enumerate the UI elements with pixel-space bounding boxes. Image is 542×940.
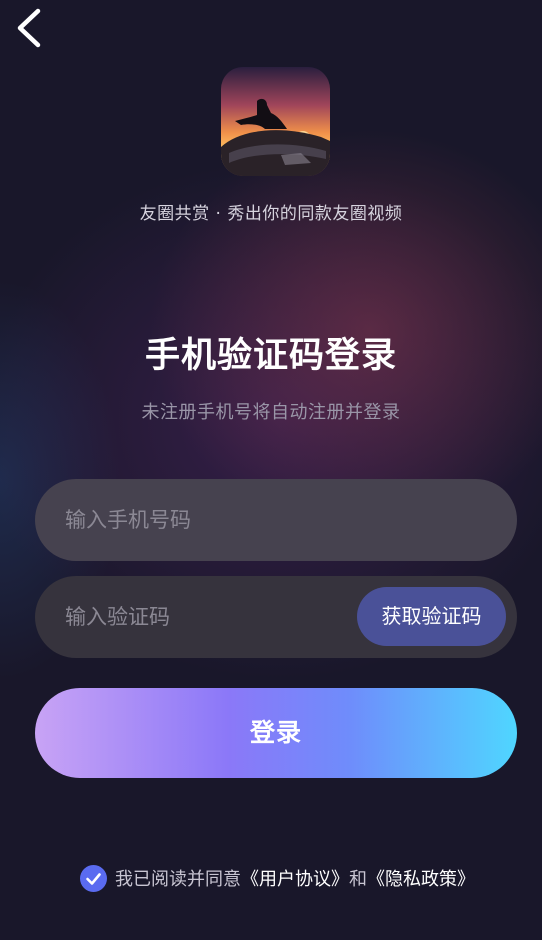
get-code-button[interactable]: 获取验证码 [357,587,506,646]
login-button[interactable]: 登录 [35,688,517,778]
agree-checkbox[interactable] [80,864,107,892]
privacy-policy-link[interactable]: 《隐私政策》 [367,865,475,891]
app-logo-image [221,67,330,176]
verification-code-field: 获取验证码 [35,576,517,658]
chevron-left-icon [17,8,41,48]
user-agreement-link[interactable]: 《用户协议》 [241,865,349,891]
back-button[interactable] [10,6,50,50]
phone-input[interactable] [65,479,365,561]
agreement-prefix: 我已阅读并同意 [115,869,241,890]
app-tagline: 友圈共赏 · 秀出你的同款友圈视频 [139,204,403,224]
checkmark-icon [86,872,101,885]
app-logo [221,67,330,176]
page-title: 手机验证码登录 [144,336,397,376]
agreement-row: 我已阅读并同意 《用户协议》 和 《隐私政策》 [80,864,475,892]
phone-field [35,479,517,561]
page-subtitle: 未注册手机号将自动注册并登录 [141,402,401,423]
verification-code-input[interactable] [65,576,365,658]
agreement-conjunction: 和 [349,869,367,890]
